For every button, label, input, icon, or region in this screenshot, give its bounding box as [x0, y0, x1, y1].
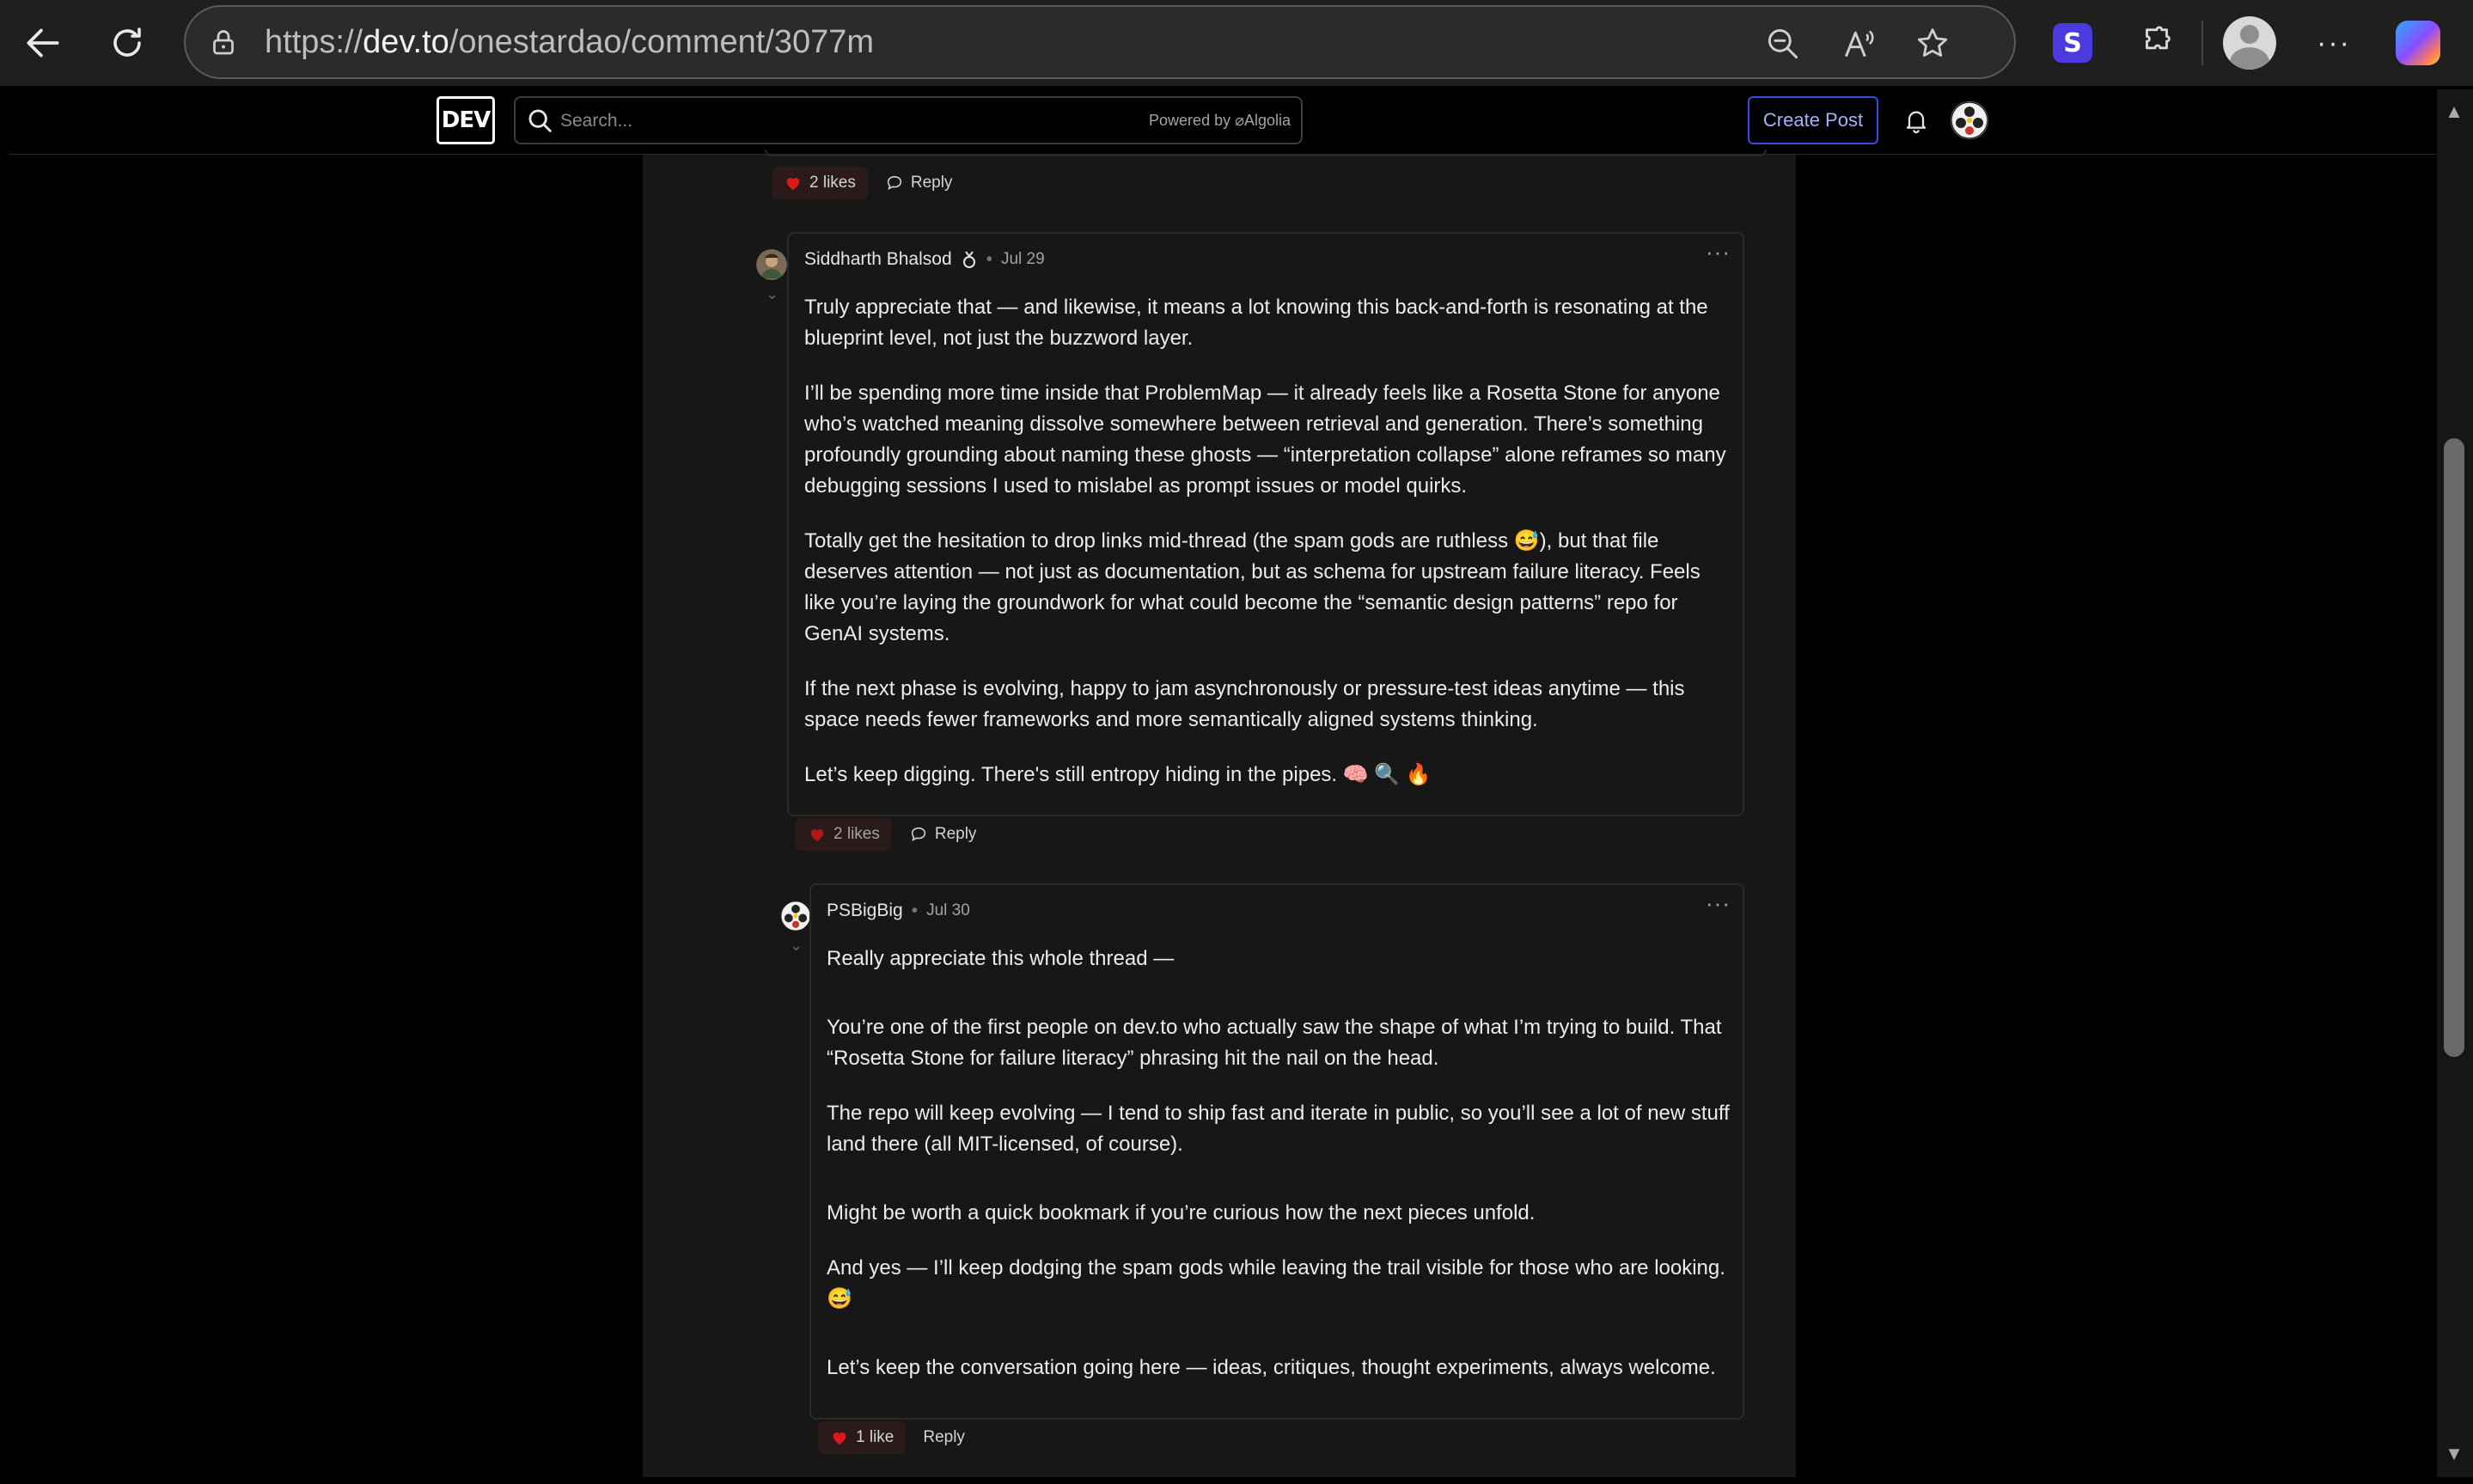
- extension-icon-s[interactable]: S: [2049, 19, 2097, 67]
- comment-paragraph: I’ll be spending more time inside that P…: [804, 382, 1726, 498]
- comment-paragraph: Truly appreciate that — and likewise, it…: [804, 296, 1708, 350]
- comment-paragraph: Totally get the hesitation to drop links…: [804, 529, 1701, 645]
- verified-badge-icon: [961, 249, 978, 270]
- collapse-icon[interactable]: ⌄: [790, 937, 803, 955]
- reply-button[interactable]: Reply: [880, 167, 958, 199]
- toolbar-divider: [2201, 21, 2203, 65]
- zoom-out-icon[interactable]: [1762, 22, 1804, 65]
- comment-paragraph: You’re one of the first people on dev.to…: [827, 1016, 1722, 1070]
- comment-thread: 2 likes Reply ⌄ Siddharth Bhalsod • Jul …: [643, 150, 1796, 1477]
- page-viewport: DEV Powered by ⌀Algolia Create Post 2 li…: [9, 89, 2437, 1477]
- dev-logo[interactable]: DEV: [437, 96, 495, 144]
- comment-card: Siddharth Bhalsod • Jul 29 ··· Truly app…: [787, 232, 1744, 816]
- comment-body: Truly appreciate that — and likewise, it…: [804, 292, 1732, 815]
- previous-comment-card-edge: [765, 150, 1767, 156]
- search-input[interactable]: [560, 105, 1076, 137]
- scroll-down-arrow-icon[interactable]: ▼: [2444, 1443, 2464, 1464]
- browser-toolbar: https://dev.to/onestardao/comment/3077m …: [0, 0, 2473, 86]
- comment-paragraph: And yes — I’ll keep dodging the spam god…: [827, 1256, 1725, 1310]
- comment-bubble-icon: [911, 827, 925, 841]
- separator-dot: •: [986, 249, 992, 269]
- comment-meta: PSBigBig • Jul 30: [827, 901, 970, 921]
- avatar[interactable]: [756, 249, 787, 280]
- address-bar[interactable]: https://dev.to/onestardao/comment/3077m: [184, 5, 2016, 79]
- url-text: https://dev.to/onestardao/comment/3077m: [265, 24, 875, 60]
- notifications-bell-icon[interactable]: [1899, 103, 1933, 137]
- scroll-up-arrow-icon[interactable]: ▲: [2444, 101, 2464, 122]
- comment-actions: 2 likes Reply: [796, 818, 981, 851]
- heart-icon: [810, 829, 824, 842]
- comment-meta: Siddharth Bhalsod • Jul 29: [804, 249, 1045, 270]
- search-box[interactable]: Powered by ⌀Algolia: [514, 96, 1303, 144]
- algolia-icon: ⌀: [1235, 112, 1244, 129]
- comment-card: PSBigBig • Jul 30 ··· Really appreciate …: [809, 883, 1744, 1420]
- comment-date[interactable]: Jul 29: [1001, 250, 1045, 269]
- comment-body: Really appreciate this whole thread — Yo…: [827, 944, 1737, 1408]
- user-avatar[interactable]: [1951, 101, 1988, 139]
- search-icon: [528, 109, 552, 132]
- comment-paragraph: Let’s keep the conversation going here —…: [827, 1356, 1716, 1379]
- comment-paragraph: The repo will keep evolving — I tend to …: [827, 1102, 1730, 1156]
- more-menu-icon[interactable]: ···: [2310, 19, 2358, 67]
- page-scrollbar[interactable]: ▲ ▼: [2437, 89, 2473, 1477]
- comment-options-icon[interactable]: ···: [1706, 239, 1731, 266]
- reply-button[interactable]: Reply: [918, 1421, 970, 1454]
- profile-avatar-icon[interactable]: [2222, 15, 2277, 70]
- refresh-icon[interactable]: [96, 12, 158, 74]
- favorite-star-icon[interactable]: [1911, 22, 1954, 65]
- heart-icon: [833, 1432, 846, 1445]
- scrollbar-thumb[interactable]: [2444, 438, 2464, 1057]
- separator-dot: •: [911, 901, 919, 920]
- comment-paragraph: If the next phase is evolving, happy to …: [804, 677, 1685, 731]
- heart-icon: [786, 178, 800, 191]
- comment-bubble-icon: [887, 175, 901, 190]
- back-icon[interactable]: [12, 12, 74, 74]
- like-button[interactable]: 2 likes: [796, 818, 892, 851]
- avatar[interactable]: [780, 901, 811, 931]
- reply-button[interactable]: Reply: [904, 818, 982, 851]
- comment-options-icon[interactable]: ···: [1706, 890, 1731, 917]
- like-button[interactable]: 1 like: [818, 1421, 907, 1454]
- collapse-icon[interactable]: ⌄: [766, 285, 779, 303]
- comment-date[interactable]: Jul 30: [926, 901, 970, 920]
- comment-paragraph: Might be worth a quick bookmark if you’r…: [827, 1201, 1536, 1224]
- dev-header: DEV Powered by ⌀Algolia Create Post: [9, 89, 2437, 155]
- copilot-icon[interactable]: [2394, 19, 2442, 67]
- comment-paragraph: Really appreciate this whole thread —: [827, 947, 1175, 970]
- site-info-icon[interactable]: [205, 24, 242, 62]
- comment-actions: 1 like Reply: [818, 1421, 970, 1454]
- create-post-button[interactable]: Create Post: [1748, 96, 1878, 144]
- powered-by-algolia[interactable]: Powered by ⌀Algolia: [1149, 112, 1291, 130]
- comment-author[interactable]: PSBigBig: [827, 901, 903, 921]
- comment-author[interactable]: Siddharth Bhalsod: [804, 249, 952, 270]
- read-aloud-icon[interactable]: [1837, 22, 1880, 65]
- comment-paragraph: Let’s keep digging. There's still entrop…: [804, 763, 1432, 786]
- previous-comment-actions: 2 likes Reply: [772, 167, 957, 199]
- like-button[interactable]: 2 likes: [772, 167, 868, 199]
- extensions-puzzle-icon[interactable]: [2133, 19, 2181, 67]
